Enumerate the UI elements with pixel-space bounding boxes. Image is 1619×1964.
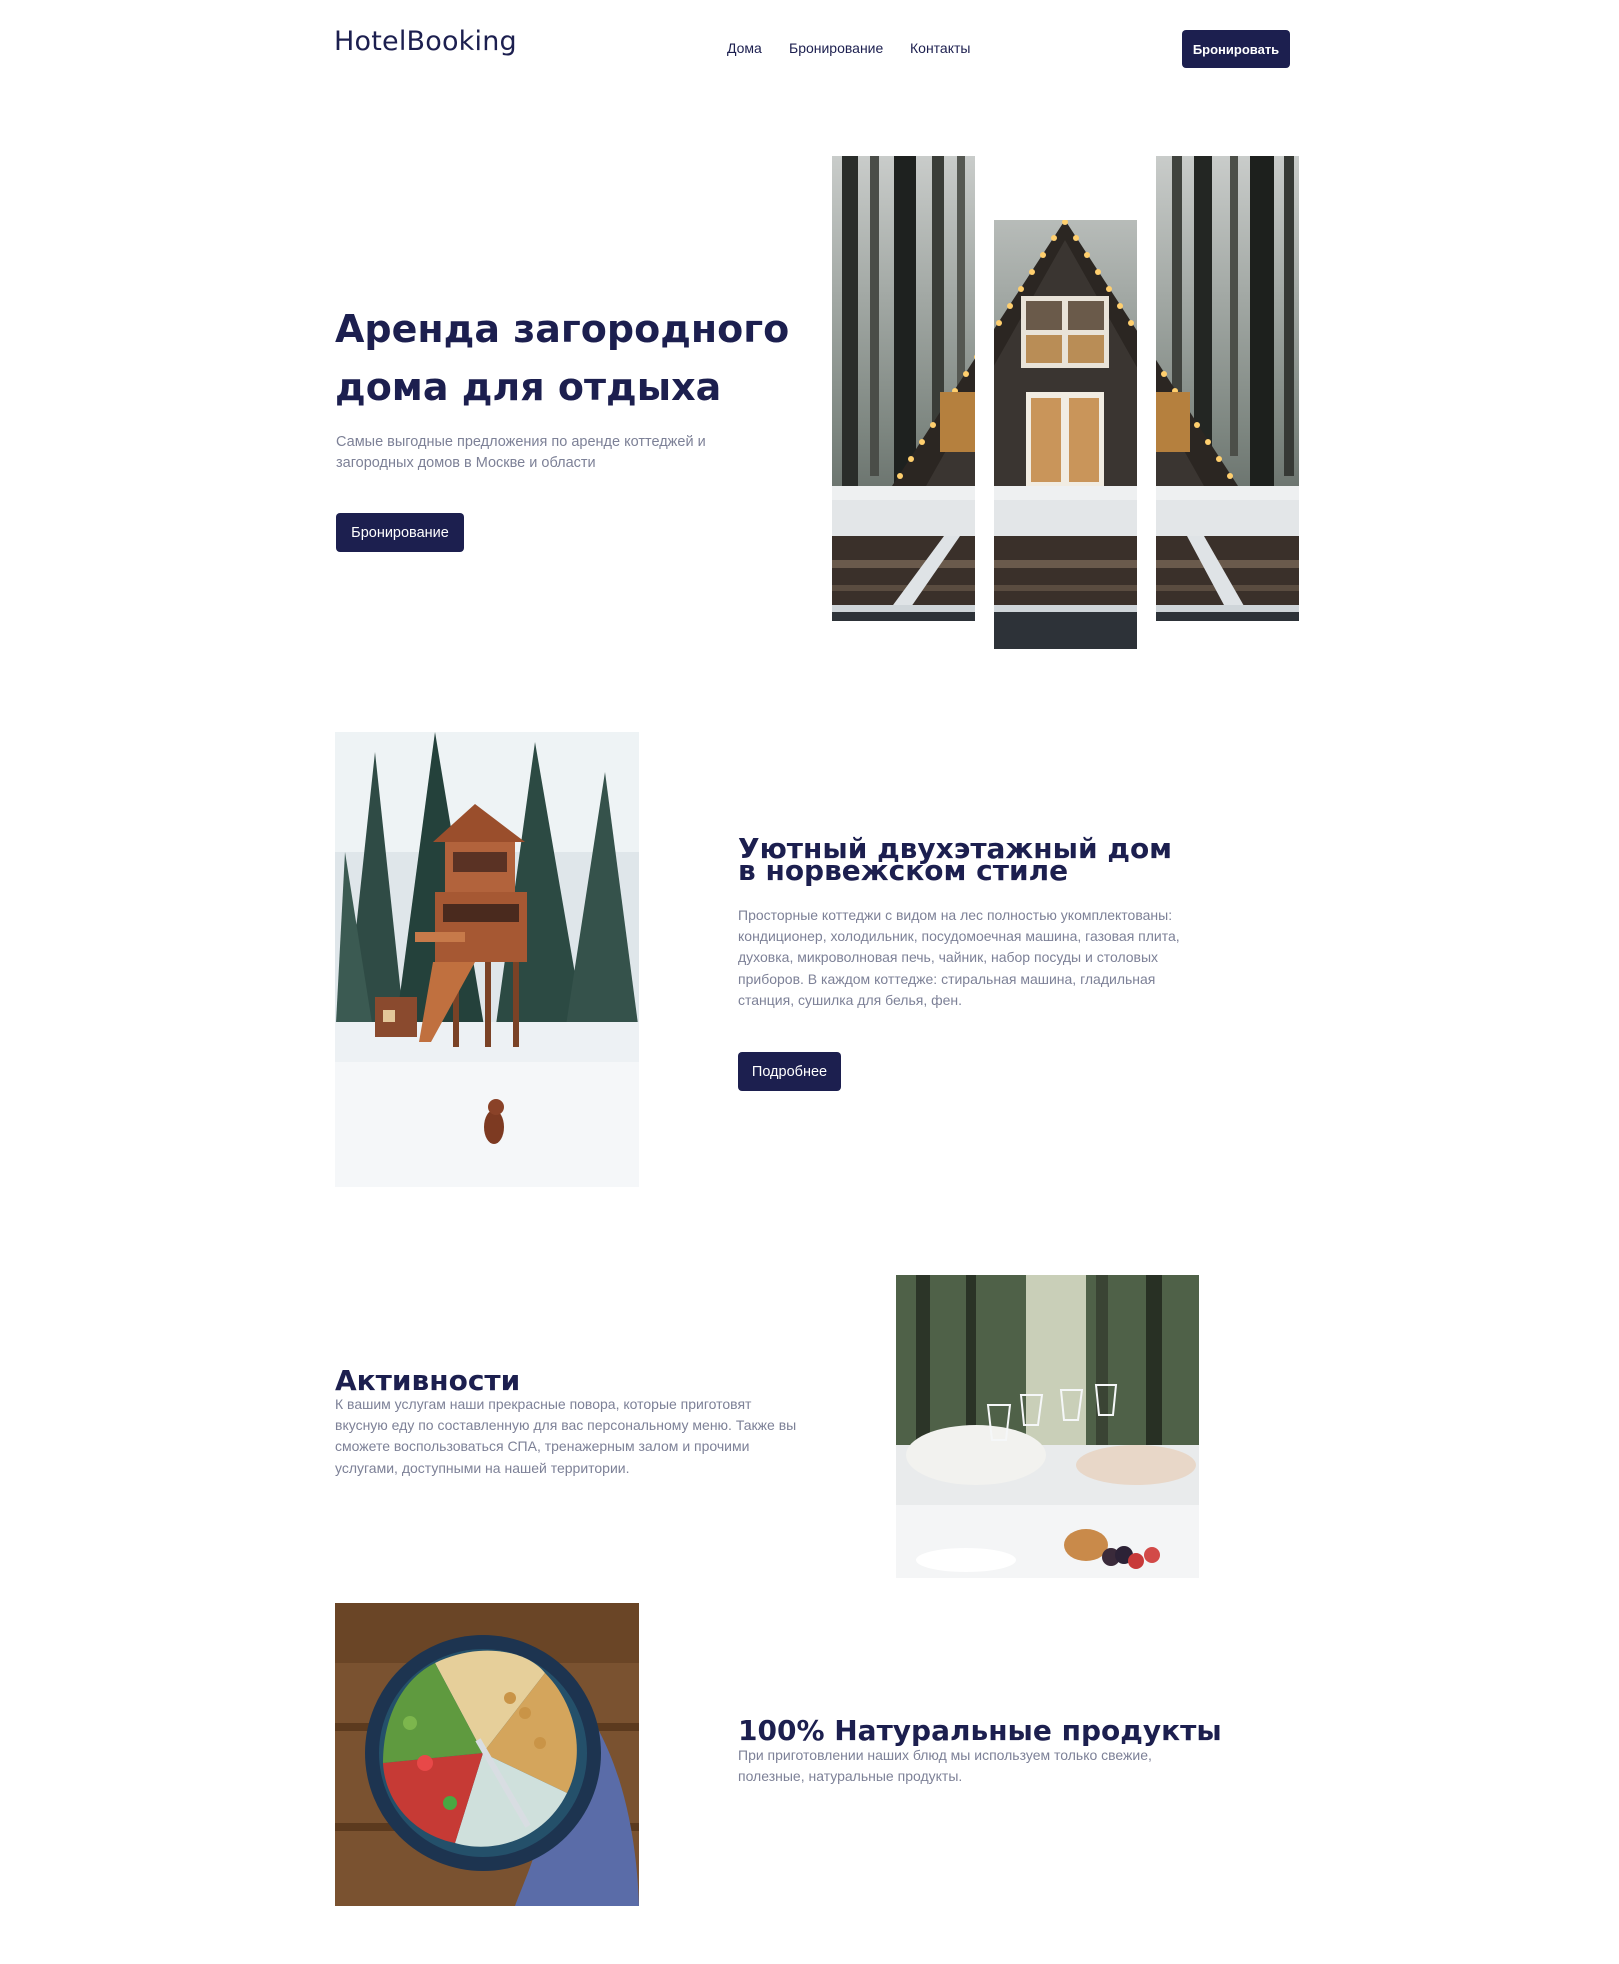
dining-toast-image (896, 1275, 1199, 1578)
nav-item-booking[interactable]: Бронирование (789, 40, 883, 56)
hero-image-right-strip (1156, 156, 1299, 621)
nav-item-contacts[interactable]: Контакты (910, 40, 970, 56)
hero-title: Аренда загородного дома для отдыха (335, 307, 790, 409)
house-section-title: Уютный двухэтажный дом в норвежском стил… (738, 832, 1173, 887)
house-section-text: Просторные коттеджи с видом на лес полно… (738, 907, 1180, 1008)
activities-title: Активности (335, 1364, 521, 1397)
nav-item-houses[interactable]: Дома (727, 40, 762, 56)
products-title: 100% Натуральные продукты (738, 1714, 1222, 1747)
hero-image-left-strip (832, 156, 975, 621)
products-text: При приготовлении наших блюд мы использу… (738, 1747, 1152, 1785)
more-details-button[interactable]: Подробнее (738, 1052, 841, 1091)
food-bowl-image (335, 1603, 639, 1906)
header-book-button[interactable]: Бронировать (1182, 30, 1290, 68)
hero-image-center-strip (994, 220, 1137, 649)
logo[interactable]: HotelBooking (334, 26, 517, 57)
activities-text: К вашим услугам наши прекрасные повора, … (335, 1396, 797, 1476)
hero-subtitle: Самые выгодные предложения по аренде кот… (336, 434, 706, 471)
hero-booking-button[interactable]: Бронирование (336, 513, 464, 552)
treehouse-image (335, 732, 639, 1187)
